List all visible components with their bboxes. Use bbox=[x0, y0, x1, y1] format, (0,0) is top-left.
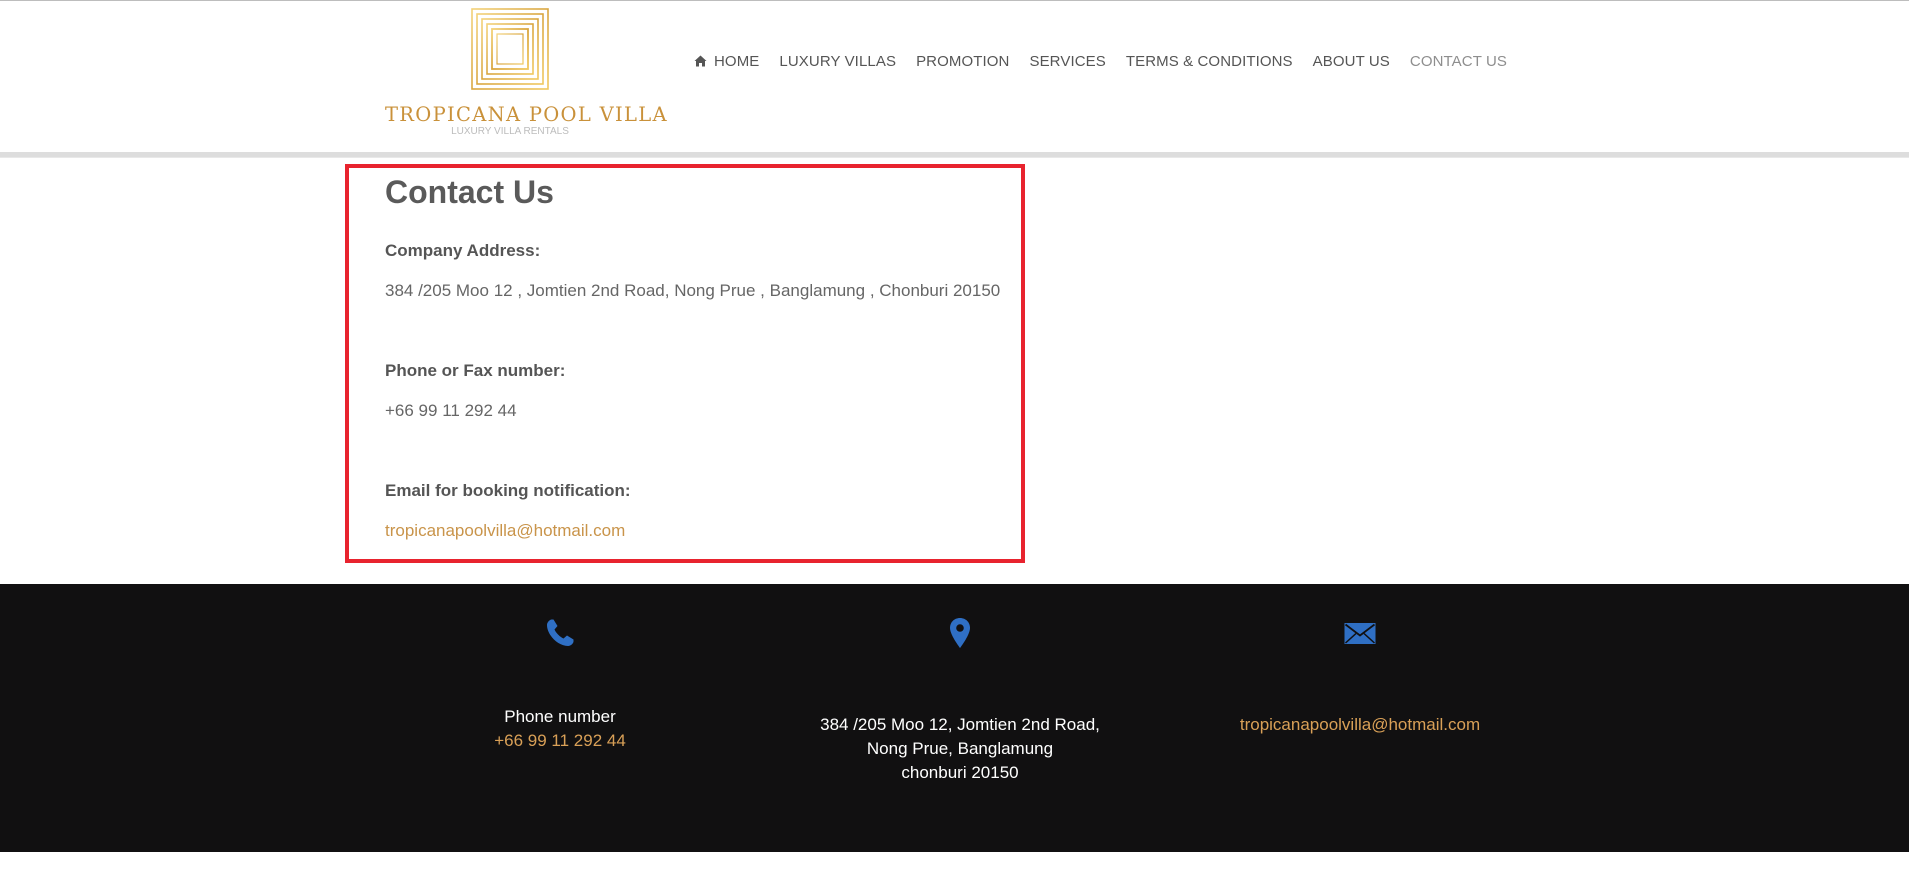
page-title: Contact Us bbox=[385, 174, 554, 210]
email-link[interactable]: tropicanapoolvilla@hotmail.com bbox=[385, 521, 625, 541]
nav-item-about-us[interactable]: ABOUT US bbox=[1313, 53, 1390, 70]
home-icon bbox=[694, 55, 707, 67]
footer-phone-heading: Phone number bbox=[504, 707, 616, 726]
envelope-icon bbox=[1344, 623, 1376, 644]
email-label: Email for booking notification: bbox=[385, 481, 631, 500]
address-value: 384 /205 Moo 12 , Jomtien 2nd Road, Nong… bbox=[385, 281, 1001, 300]
site-footer: Phone number +66 99 11 292 44 384 /205 M… bbox=[0, 584, 1909, 852]
address-label: Company Address: bbox=[385, 241, 541, 260]
phone-value: +66 99 11 292 44 bbox=[385, 401, 517, 420]
footer-email-column: tropicanapoolvilla@hotmail.com bbox=[1180, 584, 1540, 852]
phone-label: Phone or Fax number: bbox=[385, 361, 566, 380]
footer-phone-column: Phone number +66 99 11 292 44 bbox=[380, 584, 740, 852]
footer-address-line3: chonburi 20150 bbox=[901, 763, 1019, 782]
footer-address-line2: Nong Prue, Banglamung bbox=[866, 739, 1054, 758]
footer-phone-link[interactable]: +66 99 11 292 44 bbox=[380, 729, 740, 753]
site-header: TROPICANA POOL VILLA LUXURY VILLA RENTAL… bbox=[0, 1, 1909, 153]
logo-title: TROPICANA POOL VILLA bbox=[385, 103, 668, 126]
footer-email-link[interactable]: tropicanapoolvilla@hotmail.com bbox=[1180, 713, 1540, 737]
footer-address-line1: 384 /205 Moo 12, Jomtien 2nd Road, bbox=[820, 715, 1100, 734]
nav-item-home[interactable]: HOME bbox=[694, 53, 759, 70]
nav-item-services[interactable]: SERVICES bbox=[1029, 53, 1105, 70]
nav-item-luxury-villas[interactable]: LUXURY VILLAS bbox=[779, 53, 896, 70]
footer-address-column: 384 /205 Moo 12, Jomtien 2nd Road, Nong … bbox=[780, 584, 1140, 852]
site-logo[interactable]: TROPICANA POOL VILLA LUXURY VILLA RENTAL… bbox=[385, 5, 668, 137]
main-nav: HOME LUXURY VILLAS PROMOTION SERVICES TE… bbox=[694, 51, 1507, 71]
nav-item-promotion[interactable]: PROMOTION bbox=[916, 53, 1009, 70]
nav-item-label: HOME bbox=[714, 52, 760, 70]
location-pin-icon bbox=[950, 618, 970, 648]
logo-tagline: LUXURY VILLA RENTALS bbox=[451, 126, 569, 137]
nav-item-contact-us[interactable]: CONTACT US bbox=[1410, 53, 1507, 70]
page-bottom bbox=[0, 852, 1909, 876]
phone-icon bbox=[547, 619, 574, 646]
logo-frame-icon bbox=[471, 8, 549, 90]
nav-item-terms-conditions[interactable]: TERMS & CONDITIONS bbox=[1126, 53, 1293, 70]
